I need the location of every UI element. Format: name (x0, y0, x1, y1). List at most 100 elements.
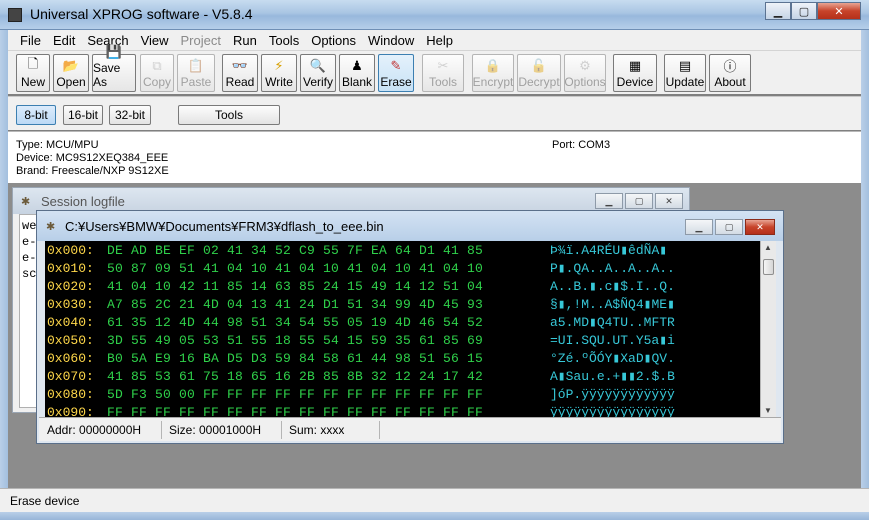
hex-row-bytes[interactable]: 3D 55 49 05 53 51 55 18 55 54 15 59 35 6… (107, 333, 483, 348)
update-label: Update (665, 75, 705, 89)
hex-row[interactable]: 0x010: 50 87 09 51 41 04 10 41 04 10 41 0… (45, 261, 761, 279)
paste-button[interactable]: 📋 Paste (177, 54, 215, 92)
paste-label: Paste (180, 75, 212, 89)
hex-row[interactable]: 0x080: 5D F3 50 00 FF FF FF FF FF FF FF F… (45, 387, 761, 405)
hex-row[interactable]: 0x050: 3D 55 49 05 53 51 55 18 55 54 15 5… (45, 333, 761, 351)
logfile-minimize-button[interactable]: ▁ (595, 193, 623, 209)
menu-file[interactable]: File (14, 33, 47, 48)
options-button[interactable]: ⚙ Options (564, 54, 606, 92)
erase-label: Erase (380, 75, 412, 89)
hex-row-ascii[interactable]: =UI.SQU.UT.Y5a▮i (550, 333, 675, 348)
device-button[interactable]: ▦ Device (613, 54, 657, 92)
update-icon: ▤ (678, 57, 692, 73)
logfile-maximize-button[interactable]: ▢ (625, 193, 653, 209)
hex-row-bytes[interactable]: 5D F3 50 00 FF FF FF FF FF FF FF FF FF F… (107, 387, 483, 402)
hex-row[interactable]: 0x030: A7 85 2C 21 4D 04 13 41 24 D1 51 3… (45, 297, 761, 315)
hex-maximize-button[interactable]: ▢ (715, 219, 743, 235)
save-as-button[interactable]: 💾 Save As (92, 44, 136, 92)
maximize-button[interactable]: ▢ (791, 2, 817, 20)
hex-row[interactable]: 0x090: FF FF FF FF FF FF FF FF FF FF FF F… (45, 405, 761, 417)
port-label: Port: COM3 (552, 139, 611, 151)
update-button[interactable]: ▤ Update (664, 54, 706, 92)
scroll-down-icon[interactable]: ▼ (764, 406, 772, 415)
encrypt-button[interactable]: 🔒 Encrypt (472, 54, 514, 92)
16-bit-button[interactable]: 16-bit (63, 105, 103, 125)
hex-title-bar[interactable]: ✱ C:¥Users¥BMW¥Documents¥FRM3¥dflash_to_… (37, 211, 783, 241)
decrypt-button[interactable]: 🔓 Decrypt (517, 54, 561, 92)
write-label: Write (265, 75, 293, 89)
hex-row-bytes[interactable]: 61 35 12 4D 44 98 51 34 54 55 05 19 4D 4… (107, 315, 483, 330)
tools-toolbar-button[interactable]: ✂ Tools (422, 54, 464, 92)
hex-row[interactable]: 0x070: 41 85 53 61 75 18 65 16 2B 85 8B 3… (45, 369, 761, 387)
glasses-icon: 👓 (231, 57, 249, 73)
window-icon: ✱ (46, 221, 56, 233)
status-bar: Erase device (0, 488, 869, 512)
close-icon: ✕ (756, 221, 764, 232)
copy-label: Copy (142, 75, 171, 89)
hex-row-ascii[interactable]: A▮Sau.e.+▮▮2.$.B (550, 369, 675, 384)
menu-options[interactable]: Options (305, 33, 362, 48)
status-divider (161, 421, 162, 439)
menu-bar: File Edit Search View Project Run Tools … (8, 30, 861, 50)
hex-row-ascii[interactable]: ]óP.ÿÿÿÿÿÿÿÿÿÿÿÿ (550, 387, 675, 402)
menu-window[interactable]: Window (362, 33, 420, 48)
menu-view[interactable]: View (135, 33, 175, 48)
menu-help[interactable]: Help (420, 33, 459, 48)
hex-row-bytes[interactable]: 50 87 09 51 41 04 10 41 04 10 41 04 10 4… (107, 261, 483, 276)
logfile-close-button[interactable]: ✕ (655, 193, 683, 209)
tools-button[interactable]: Tools (178, 105, 280, 125)
hex-row-bytes[interactable]: FF FF FF FF FF FF FF FF FF FF FF FF FF F… (107, 405, 483, 417)
hex-row-ascii[interactable]: P▮.QA..A..A..A.. (550, 261, 675, 276)
hex-row-bytes[interactable]: 41 04 10 42 11 85 14 63 85 24 15 49 14 1… (107, 279, 483, 294)
menu-run[interactable]: Run (227, 33, 263, 48)
menu-edit[interactable]: Edit (47, 33, 81, 48)
tools-icon: ✂ (437, 57, 449, 73)
hex-row-ascii[interactable]: ÿÿÿÿÿÿÿÿÿÿÿÿÿÿÿÿ (550, 405, 675, 417)
new-label: New (20, 75, 45, 89)
32-bit-button[interactable]: 32-bit (109, 105, 151, 125)
hex-dump-area[interactable]: ▲ ▼ 0x000: DE AD BE EF 02 41 34 52 C9 55 … (45, 241, 776, 417)
save-icon: 💾 (105, 44, 123, 59)
write-button[interactable]: ⚡ Write (261, 54, 297, 92)
hex-row[interactable]: 0x040: 61 35 12 4D 44 98 51 34 54 55 05 1… (45, 315, 761, 333)
copy-button[interactable]: ⧉ Copy (140, 54, 174, 92)
hex-vertical-scrollbar[interactable]: ▲ ▼ (760, 241, 776, 417)
close-icon: ✕ (665, 195, 673, 206)
verify-button[interactable]: 🔍 Verify (300, 54, 336, 92)
scroll-thumb[interactable] (763, 259, 774, 275)
hex-row-bytes[interactable]: B0 5A E9 16 BA D5 D3 59 84 58 61 44 98 5… (107, 351, 483, 366)
hex-row-bytes[interactable]: 41 85 53 61 75 18 65 16 2B 85 8B 32 12 2… (107, 369, 483, 384)
hex-row-ascii[interactable]: Þ­¾ï.A4RÉU▮êdÑA▮ (550, 243, 667, 258)
blank-button[interactable]: ♟ Blank (339, 54, 375, 92)
hex-row-address: 0x060: (47, 351, 94, 366)
menu-project[interactable]: Project (175, 33, 227, 48)
new-button[interactable]: 🗋 New (16, 54, 50, 92)
hex-row-ascii[interactable]: a5.MD▮Q4TU..MFTR (550, 315, 675, 330)
hex-editor-window[interactable]: ✱ C:¥Users¥BMW¥Documents¥FRM3¥dflash_to_… (36, 210, 784, 444)
hex-row-ascii[interactable]: °Zé.ºÕÓY▮XaD▮QV. (550, 351, 675, 366)
erase-button[interactable]: ✎ Erase (378, 54, 414, 92)
hex-row-ascii[interactable]: A..B.▮.c▮$.I..Q. (550, 279, 675, 294)
hex-row[interactable]: 0x060: B0 5A E9 16 BA D5 D3 59 84 58 61 4… (45, 351, 761, 369)
close-button[interactable]: ✕ (817, 2, 861, 20)
hex-close-button[interactable]: ✕ (745, 219, 775, 235)
hex-row-ascii[interactable]: §▮,!M..A$ÑQ4▮ME▮ (550, 297, 675, 312)
read-button[interactable]: 👓 Read (222, 54, 258, 92)
menu-tools[interactable]: Tools (263, 33, 305, 48)
hex-minimize-button[interactable]: ▁ (685, 219, 713, 235)
about-button[interactable]: ⓘ About (709, 54, 751, 92)
open-button[interactable]: 📂 Open (53, 54, 89, 92)
hex-row-bytes[interactable]: A7 85 2C 21 4D 04 13 41 24 D1 51 34 99 4… (107, 297, 483, 312)
about-label: About (714, 75, 746, 89)
8-bit-button[interactable]: 8-bit (16, 105, 56, 125)
hex-row-bytes[interactable]: DE AD BE EF 02 41 34 52 C9 55 7F EA 64 D… (107, 243, 483, 258)
minimize-button[interactable]: ▁ (765, 2, 791, 20)
new-file-icon: 🗋 (27, 55, 39, 71)
hex-row-address: 0x080: (47, 387, 94, 402)
hex-row-address: 0x010: (47, 261, 94, 276)
hex-window-controls: ▁ ▢ ✕ (685, 219, 775, 235)
close-icon: ✕ (834, 5, 844, 18)
hex-row[interactable]: 0x000: DE AD BE EF 02 41 34 52 C9 55 7F E… (45, 243, 761, 261)
hex-row[interactable]: 0x020: 41 04 10 42 11 85 14 63 85 24 15 4… (45, 279, 761, 297)
scroll-up-icon[interactable]: ▲ (764, 243, 772, 252)
